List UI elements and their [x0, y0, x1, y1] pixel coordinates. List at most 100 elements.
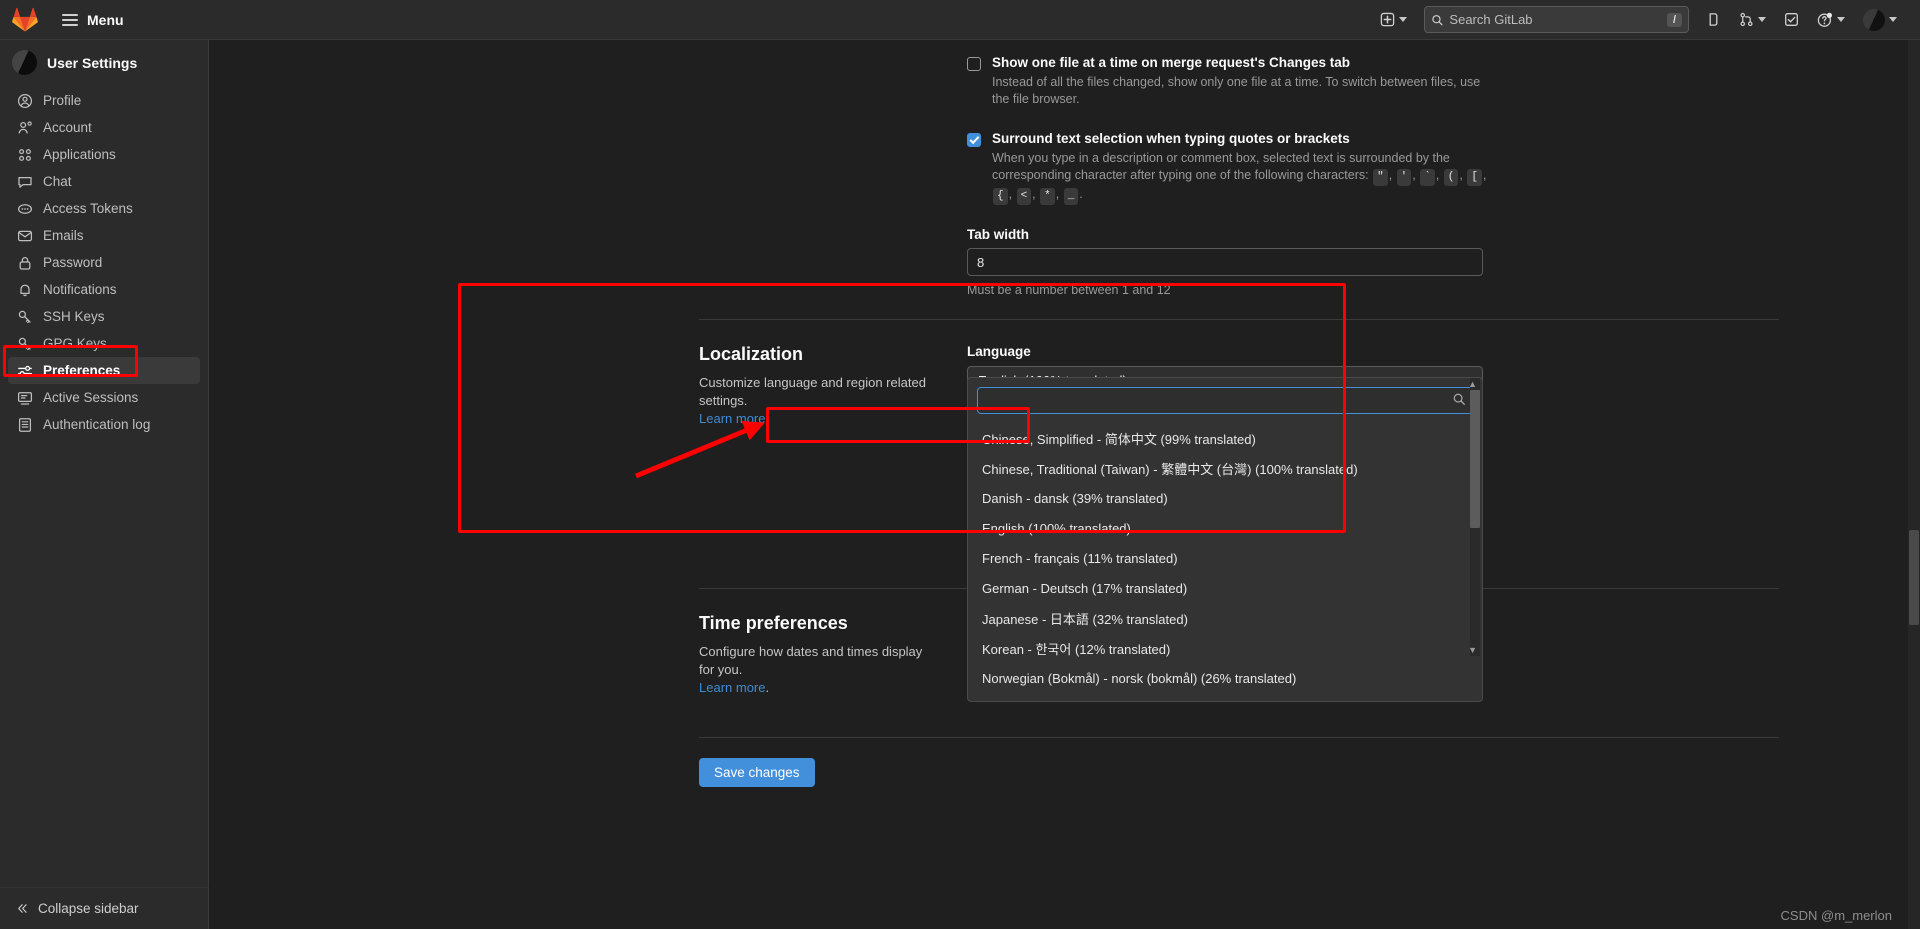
scroll-up-arrow-icon[interactable]: ▲: [1468, 379, 1477, 389]
search-icon: [1432, 14, 1443, 25]
tab-width-input[interactable]: [967, 248, 1483, 276]
menu-button[interactable]: Menu: [56, 7, 130, 33]
sidebar-item-label: Account: [43, 120, 92, 135]
chip-separator: ,: [1412, 168, 1420, 182]
surround-char-chip: ": [1373, 169, 1388, 186]
setting-show-one-file: Show one file at a time on merge request…: [209, 54, 1920, 108]
sidebar-item-access-tokens[interactable]: Access Tokens: [8, 195, 200, 222]
localization-learn-more-link[interactable]: Learn more: [699, 411, 765, 426]
preferences-main-content: Show one file at a time on merge request…: [209, 40, 1920, 929]
localization-description: Customize language and region related se…: [699, 375, 926, 426]
navbar-right-group: /: [1371, 3, 1920, 37]
sidebar-item-password[interactable]: Password: [8, 249, 200, 276]
sidebar-item-gpg-keys[interactable]: GPG Keys: [8, 330, 200, 357]
todos-button[interactable]: [1775, 6, 1808, 33]
tab-width-hint: Must be a number between 1 and 12: [967, 283, 1171, 297]
show-one-file-checkbox[interactable]: [967, 57, 981, 71]
sidebar-item-label: Active Sessions: [43, 390, 139, 405]
surround-text-selection-checkbox[interactable]: [967, 133, 981, 147]
sidebar-item-profile[interactable]: Profile: [8, 87, 200, 114]
language-option[interactable]: Chinese, Traditional (Taiwan) - 繁體中文 (台灣…: [968, 453, 1482, 483]
tab-width-label: Tab width: [967, 227, 1029, 242]
surround-char-chip: _: [1063, 188, 1079, 205]
sidebar-nav-list: Profile Account Applications Chat Access…: [0, 87, 208, 438]
chevron-down-icon: [1889, 17, 1897, 22]
page-scroll-thumb[interactable]: [1909, 530, 1919, 625]
bell-icon: [20, 284, 30, 296]
sidebar-item-label: GPG Keys: [43, 336, 107, 351]
chip-separator: .: [1079, 187, 1083, 201]
preferences-icon: [18, 365, 32, 376]
key-icon: [18, 337, 31, 350]
language-option-list[interactable]: Chinese, Simplified - 简体中文 (99% translat…: [968, 423, 1482, 702]
language-dropdown: Chinese, Simplified - 简体中文 (99% translat…: [967, 377, 1483, 702]
user-avatar-icon: [12, 50, 37, 75]
time-preferences-title: Time preferences: [699, 613, 848, 633]
section-divider: [699, 319, 1779, 320]
language-option[interactable]: Norwegian (Bokmål) - norsk (bokmål) (26%…: [968, 663, 1482, 693]
sidebar-item-label: Profile: [43, 93, 82, 108]
surround-text-selection-label: Surround text selection when typing quot…: [992, 131, 1350, 146]
sidebar-item-ssh-keys[interactable]: SSH Keys: [8, 303, 200, 330]
language-option[interactable]: Korean - 한국어 (12% translated): [968, 633, 1482, 663]
create-new-button[interactable]: [1371, 6, 1416, 33]
chevron-down-icon: [1758, 17, 1766, 22]
localization-title: Localization: [699, 344, 804, 364]
language-option[interactable]: French - français (11% translated): [968, 543, 1482, 573]
email-icon: [17, 230, 33, 241]
language-dropdown-search: [977, 387, 1473, 414]
language-option[interactable]: Polish - polski (4% translated): [968, 693, 1482, 702]
language-option[interactable]: Chinese, Simplified - 简体中文 (99% translat…: [968, 423, 1482, 453]
scroll-down-arrow-icon[interactable]: ▼: [1468, 645, 1477, 655]
user-menu-button[interactable]: [1854, 3, 1906, 37]
dropdown-scroll-thumb[interactable]: [1470, 390, 1480, 528]
search-icon: [1452, 392, 1466, 411]
time-preferences-learn-more-link[interactable]: Learn more: [699, 680, 765, 695]
time-preferences-info: Time preferences Configure how dates and…: [699, 613, 967, 697]
sidebar-item-account[interactable]: Account: [8, 114, 200, 141]
global-search[interactable]: /: [1424, 6, 1689, 33]
collapse-sidebar-button[interactable]: Collapse sidebar: [0, 887, 209, 929]
gitlab-logo-icon[interactable]: [12, 7, 38, 33]
sidebar-item-preferences[interactable]: Preferences: [8, 357, 200, 384]
sidebar-item-label: SSH Keys: [43, 309, 105, 324]
show-one-file-label: Show one file at a time on merge request…: [992, 55, 1351, 70]
page-scrollbar[interactable]: [1908, 40, 1920, 929]
language-option[interactable]: English (100% translated): [968, 513, 1482, 543]
user-avatar-icon: [1863, 8, 1885, 31]
tab-width-field: Tab width Must be a number between 1 and…: [209, 227, 1920, 297]
help-button[interactable]: [1808, 6, 1854, 34]
gitlab-preferences-page: Menu /: [0, 0, 1920, 929]
sidebar-header: User Settings: [0, 40, 208, 87]
merge-requests-button[interactable]: [1730, 6, 1775, 33]
surround-char-chip: `: [1420, 169, 1435, 186]
sidebar-item-authentication-log[interactable]: Authentication log: [8, 411, 200, 438]
sidebar-item-notifications[interactable]: Notifications: [8, 276, 200, 303]
chevron-down-icon: [1837, 17, 1845, 22]
sidebar-item-chat[interactable]: Chat: [8, 168, 200, 195]
issues-button[interactable]: [1697, 6, 1730, 33]
search-input[interactable]: [1443, 12, 1667, 27]
localization-description-text: Customize language and region related se…: [699, 375, 926, 408]
language-option[interactable]: German - Deutsch (17% translated): [968, 573, 1482, 603]
surround-char-chip: *: [1040, 188, 1055, 205]
chevron-down-icon: [1399, 17, 1407, 22]
language-option[interactable]: Danish - dansk (39% translated): [968, 483, 1482, 513]
merge-request-icon: [1740, 12, 1753, 27]
surround-text-selection-description: When you type in a description or commen…: [992, 150, 1492, 205]
setting-surround-text-selection: Surround text selection when typing quot…: [209, 130, 1920, 205]
sidebar-item-label: Authentication log: [43, 417, 151, 432]
sidebar-item-emails[interactable]: Emails: [8, 222, 200, 249]
surround-char-chip: ': [1396, 169, 1412, 186]
save-changes-button[interactable]: Save changes: [699, 758, 815, 787]
sidebar-item-applications[interactable]: Applications: [8, 141, 200, 168]
language-option[interactable]: Japanese - 日本語 (32% translated): [968, 603, 1482, 633]
sidebar-item-active-sessions[interactable]: Active Sessions: [8, 384, 200, 411]
language-search-input[interactable]: [977, 387, 1473, 414]
profile-icon: [17, 93, 33, 108]
account-icon: [18, 120, 32, 133]
monitor-icon: [17, 391, 33, 405]
time-preferences-description-text: Configure how dates and times display fo…: [699, 644, 923, 677]
section-divider-3: [699, 737, 1779, 738]
collapse-sidebar-label: Collapse sidebar: [38, 901, 139, 916]
